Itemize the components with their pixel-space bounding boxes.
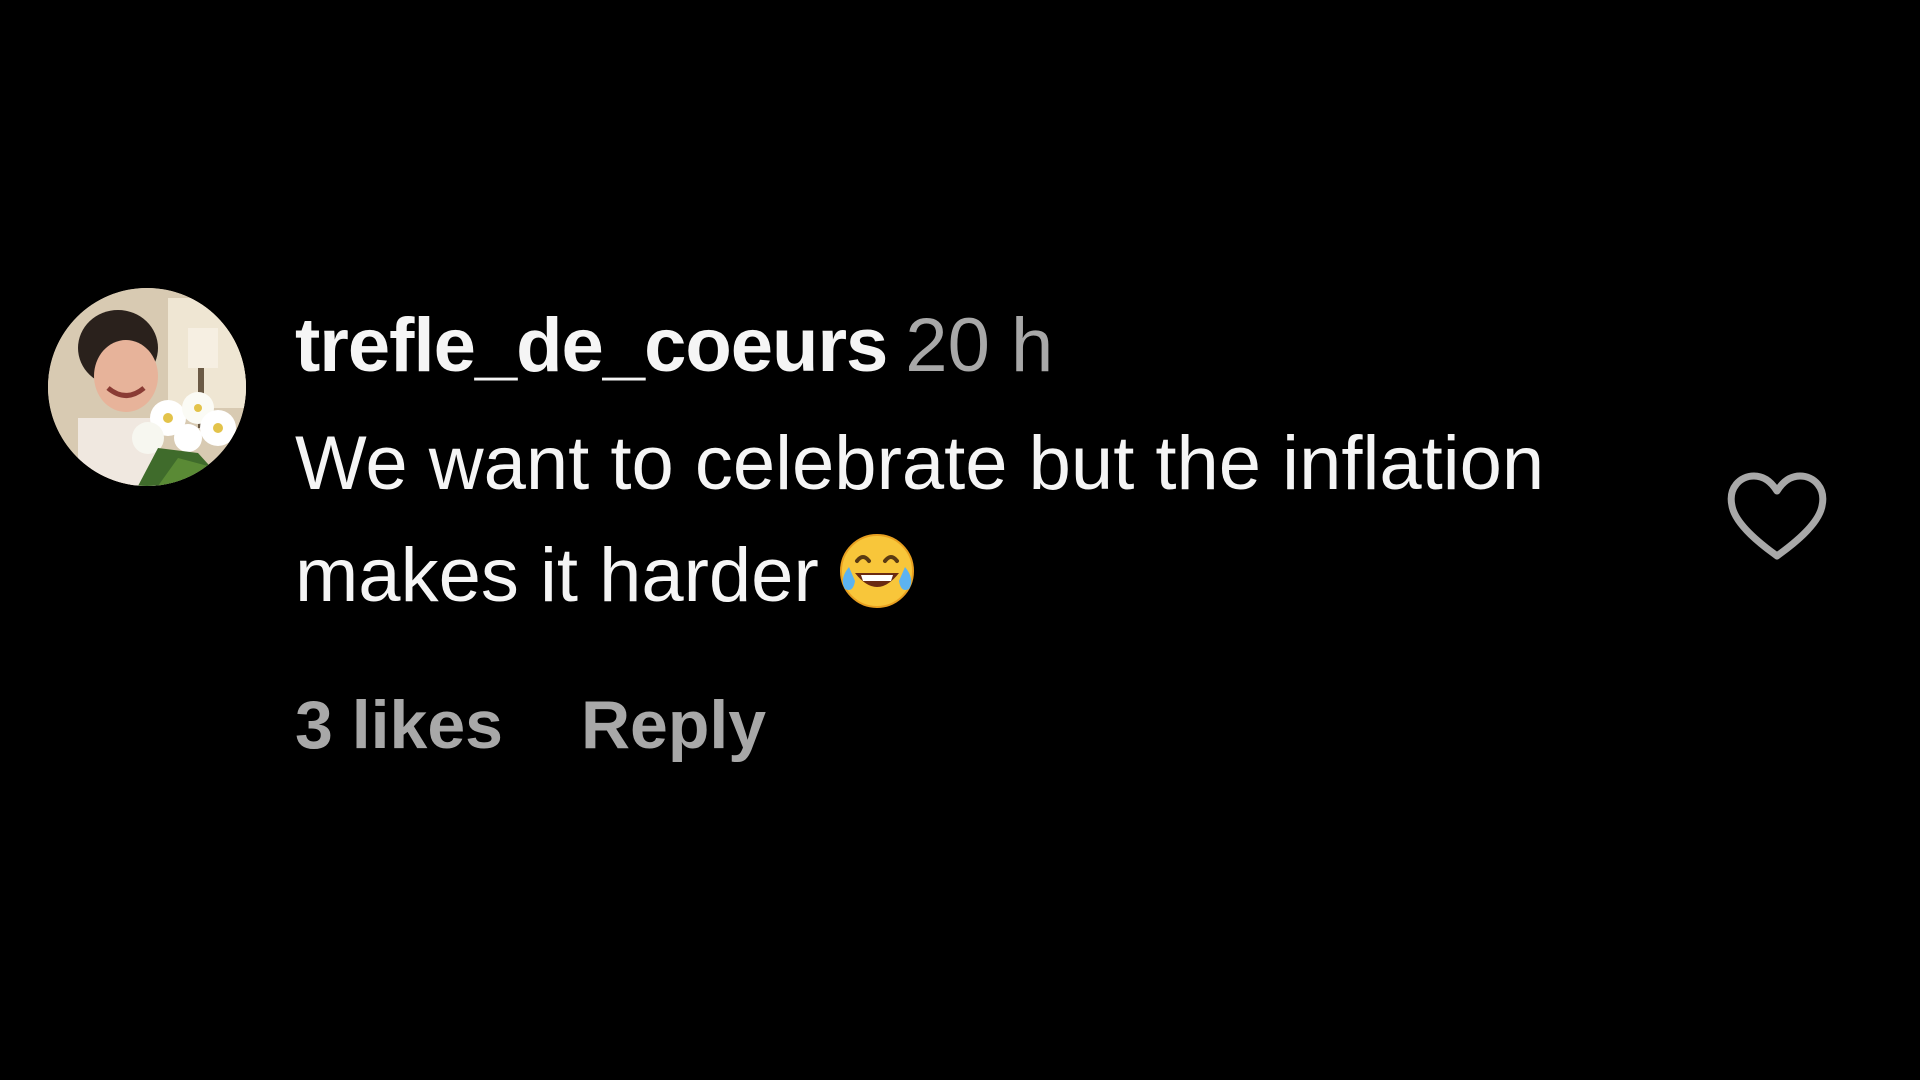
comment-header: trefle_de_coeurs 20 h — [295, 296, 1053, 396]
avatar-image — [48, 288, 246, 486]
reply-button[interactable]: Reply — [581, 680, 766, 770]
timestamp: 20 h — [905, 303, 1054, 388]
comment-body: We want to celebrate but the inflation m… — [295, 408, 1595, 632]
comment-item: trefle_de_coeurs 20 h We want to celebrat… — [0, 0, 1920, 1080]
likes-count[interactable]: 3 likes — [295, 680, 503, 770]
comment-footer: 3 likes Reply — [295, 680, 766, 770]
heart-outline-icon[interactable] — [1722, 468, 1832, 568]
face-with-tears-of-joy-icon — [833, 527, 921, 615]
avatar[interactable] — [48, 288, 246, 486]
username[interactable]: trefle_de_coeurs — [295, 303, 888, 388]
